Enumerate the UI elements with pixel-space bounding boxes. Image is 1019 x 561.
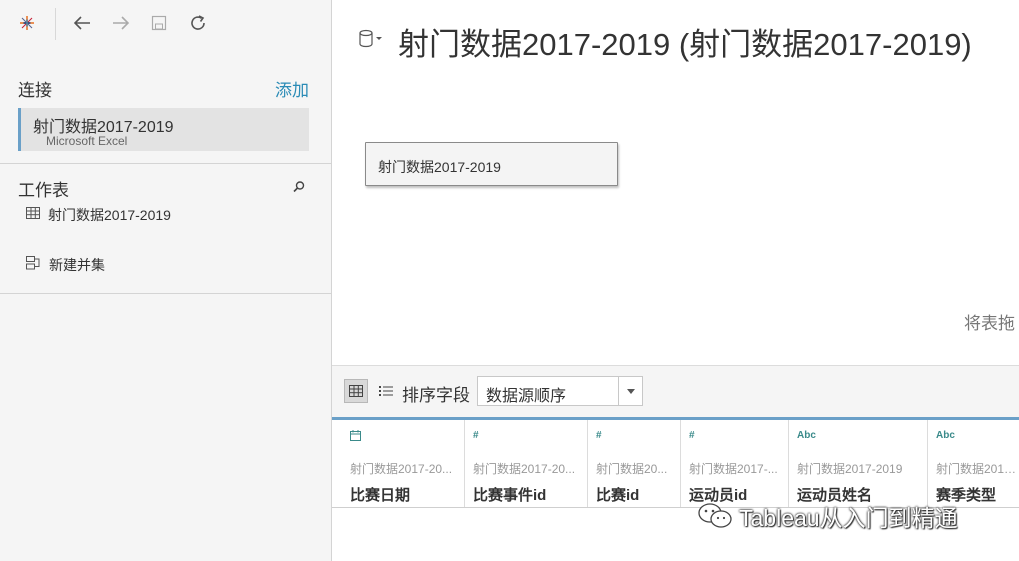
sheet-name: 射门数据2017-2019 (48, 207, 171, 223)
search-icon[interactable] (292, 180, 306, 194)
union-icon (26, 255, 41, 275)
column-name: 比赛id (596, 487, 640, 504)
column-header[interactable]: # 射门数据2017-... 运动员id (681, 420, 789, 507)
number-icon[interactable]: # (473, 430, 479, 441)
section-divider (0, 293, 331, 294)
column-source: 射门数据2017-2019 (797, 462, 903, 476)
add-connection-link[interactable]: 添加 (275, 76, 309, 101)
string-icon[interactable]: Abc (797, 430, 816, 441)
sheets-heading: 工作表 (18, 181, 69, 200)
list-view-icon[interactable] (374, 379, 398, 403)
column-name: 比赛日期 (350, 487, 411, 504)
column-source: 射门数据2017-20... (350, 462, 453, 476)
canvas-table-label: 射门数据2017-2019 (378, 159, 501, 175)
connection-item[interactable]: 射门数据2017-2019 Microsoft Excel (18, 108, 309, 151)
drag-hint: 将表拖 (964, 314, 1015, 333)
column-source: 射门数据2017-... (936, 462, 1019, 476)
sheet-item[interactable]: 射门数据2017-2019 (26, 205, 171, 225)
data-source-pane: 连接 添加 射门数据2017-2019 Microsoft Excel 工作表 … (0, 0, 332, 561)
column-source: 射门数据2017-20... (473, 462, 576, 476)
sort-fields-dropdown[interactable]: 数据源顺序 (477, 376, 643, 406)
toolbar-divider (55, 8, 56, 40)
data-grid: 射门数据2017-20... 比赛日期 # 射门数据2017-20... 比赛事… (332, 417, 1019, 508)
forward-arrow-icon[interactable] (110, 12, 132, 34)
datasource-title[interactable]: 射门数据2017-2019 (射门数据2017-2019) (398, 19, 972, 64)
column-source: 射门数据2017-... (689, 462, 778, 476)
new-union-label: 新建并集 (49, 257, 105, 273)
number-icon[interactable]: # (689, 430, 695, 441)
toolbar (0, 0, 331, 46)
back-arrow-icon[interactable] (71, 12, 93, 34)
calendar-icon[interactable] (350, 430, 361, 444)
watermark-text: Tableau从入门到精通 (739, 505, 958, 531)
column-source: 射门数据20... (596, 462, 668, 476)
table-icon (26, 206, 40, 224)
chevron-down-icon[interactable] (618, 377, 642, 405)
new-union-item[interactable]: 新建并集 (26, 255, 105, 275)
number-icon[interactable]: # (596, 430, 602, 441)
column-header[interactable]: 射门数据2017-20... 比赛日期 (342, 420, 465, 507)
wechat-icon (698, 503, 732, 528)
column-header[interactable]: # 射门数据20... 比赛id (588, 420, 681, 507)
connections-heading: 连接 (18, 81, 52, 100)
section-divider (0, 163, 331, 164)
column-header[interactable]: # 射门数据2017-20... 比赛事件id (465, 420, 588, 507)
string-icon[interactable]: Abc (936, 430, 955, 441)
sort-fields-label: 排序字段 (402, 386, 470, 405)
column-name: 比赛事件id (473, 487, 547, 504)
sort-fields-value: 数据源顺序 (486, 388, 567, 405)
refresh-icon[interactable] (187, 12, 209, 34)
save-icon[interactable] (148, 12, 170, 34)
database-icon[interactable] (358, 28, 384, 50)
canvas-table[interactable]: 射门数据2017-2019 (365, 142, 618, 186)
watermark: Tableau从入门到精通 (697, 501, 958, 531)
grid-toolbar: 排序字段 数据源顺序 (332, 365, 1019, 417)
grid-view-icon[interactable] (344, 379, 368, 403)
column-header[interactable]: Abc 射门数据2017-... 赛季类型 (928, 420, 1019, 507)
tableau-logo-icon[interactable] (16, 12, 38, 34)
connection-type: Microsoft Excel (46, 134, 128, 148)
column-header[interactable]: Abc 射门数据2017-2019 运动员姓名 (789, 420, 928, 507)
